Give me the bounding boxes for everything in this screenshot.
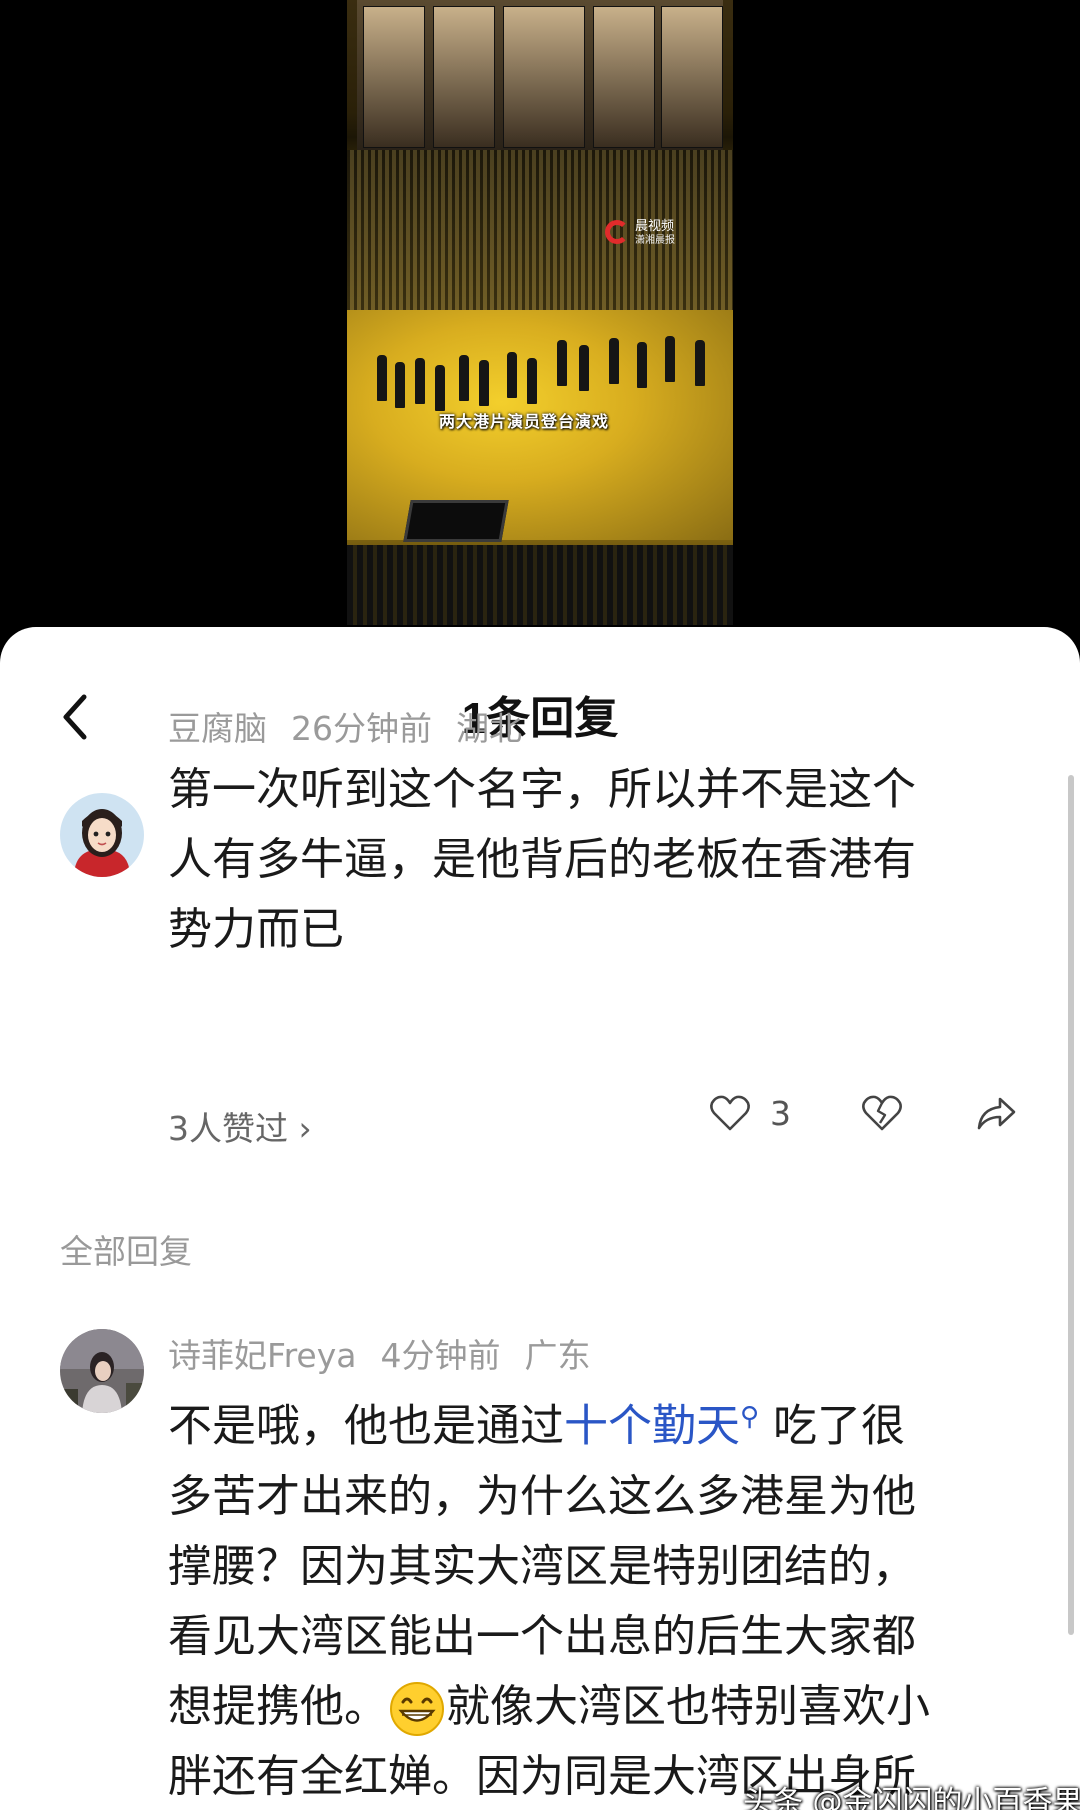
username[interactable]: 诗菲妃Freya	[168, 1336, 356, 1375]
stage-pit	[403, 500, 509, 542]
comment-text[interactable]: 第一次听到这个名字，所以并不是这个 人有多牛逼，是他背后的老板在香港有 势力而已	[168, 755, 1008, 965]
channel-logo: 晨视频 潇湘晨报	[605, 219, 675, 248]
heart-icon	[710, 1095, 750, 1131]
share-button[interactable]	[974, 1089, 1018, 1137]
reply-text-segment: 不是哦，他也是通过	[168, 1400, 564, 1452]
like-button[interactable]: 3	[708, 1089, 791, 1137]
logo-text: 晨视频	[635, 219, 675, 234]
like-count: 3	[770, 1093, 791, 1133]
audience	[347, 150, 733, 320]
logo-subtext: 潇湘晨报	[635, 235, 675, 246]
reply-line: 多苦才出来的，为什么这么多港星为他	[168, 1470, 916, 1522]
reply-text-segment: 吃了很	[759, 1400, 906, 1452]
likes-list-link[interactable]: 3人赞过 ›	[168, 1102, 312, 1150]
channel-logo-icon	[605, 220, 629, 244]
avatar[interactable]	[60, 793, 144, 877]
comment-meta: 豆腐脑 26分钟前 湖北	[168, 702, 546, 750]
reply-text-segment: 就像大湾区也特别喜欢小	[446, 1680, 930, 1732]
location: 广东	[524, 1336, 591, 1375]
video-caption: 两大港片演员登台演戏	[439, 412, 610, 431]
dislike-button[interactable]	[860, 1089, 904, 1137]
reply-line: 不是哦，他也是通过十个勤天⚲ 吃了很	[168, 1382, 1008, 1462]
scrollbar[interactable]	[1068, 775, 1074, 1635]
reply-text[interactable]: 不是哦，他也是通过十个勤天⚲ 吃了很 多苦才出来的，为什么这么多港星为他 撑腰？…	[168, 1382, 1008, 1810]
timestamp: 4分钟前	[380, 1336, 501, 1375]
reply-text-segment: 想提携他。	[168, 1680, 388, 1732]
timestamp: 26分钟前	[291, 709, 432, 748]
comment-line: 第一次听到这个名字，所以并不是这个	[168, 764, 916, 815]
comment-line: 人有多牛逼，是他背后的老板在香港有	[168, 834, 916, 885]
location: 湖北	[456, 709, 522, 748]
reply-sheet: 1条回复 豆腐脑 26分钟前 湖北 第一次听到这个名字，所以并不是这个 人有多牛逼，…	[0, 627, 1080, 1810]
dislike-icon	[862, 1095, 902, 1131]
share-icon	[977, 1097, 1016, 1130]
search-link-icon[interactable]: ⚲	[740, 1402, 759, 1432]
username[interactable]: 豆腐脑	[168, 709, 267, 748]
video-player[interactable]: 两大港片演员登台演戏 晨视频 潇湘晨报	[0, 0, 1080, 640]
topic-link[interactable]: 十个勤天	[564, 1401, 740, 1452]
watermark: 头条 @金闪闪的小百香果	[743, 1785, 1080, 1810]
grin-emoji-icon	[390, 1681, 444, 1736]
reply-line: 看见大湾区能出一个出息的后生大家都	[168, 1610, 916, 1662]
reply-line: 想提携他。 就像大湾区也特别喜欢小	[168, 1672, 1008, 1742]
avatar[interactable]	[60, 1329, 144, 1413]
comment-line: 势力而已	[168, 904, 344, 955]
reply-meta: 诗菲妃Freya 4分钟前 广东	[168, 1329, 614, 1377]
audience-front	[347, 545, 733, 625]
stage-screen	[357, 0, 723, 153]
video-frame[interactable]: 两大港片演员登台演戏 晨视频 潇湘晨报	[347, 0, 733, 625]
reply-line: 撑腰？因为其实大湾区是特别团结的，	[168, 1540, 916, 1592]
section-label: 全部回复	[60, 1232, 192, 1271]
